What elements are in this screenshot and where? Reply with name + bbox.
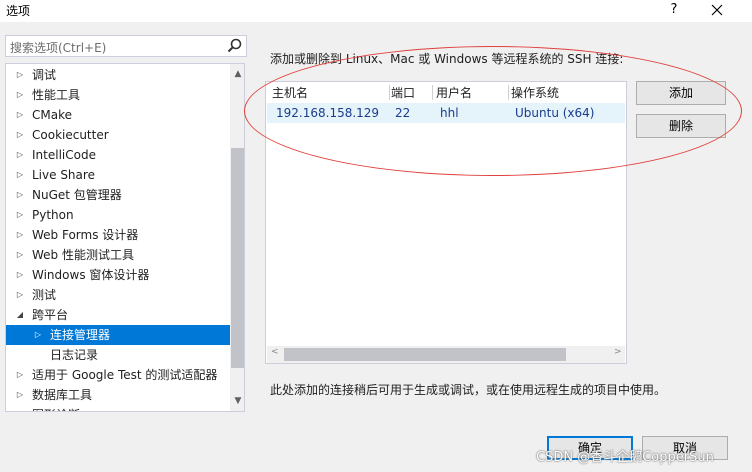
tree-item-label: 连接管理器	[50, 328, 111, 342]
cell-user[interactable]: hhl	[440, 106, 459, 120]
tree-item-label: 测试	[32, 288, 57, 302]
tree-item[interactable]: ▷ Live Share	[6, 165, 230, 185]
tree-item[interactable]: ▷ 数据库工具	[6, 385, 230, 405]
expand-arrow-icon[interactable]: ▷	[14, 85, 26, 105]
scroll-thumb[interactable]	[231, 148, 244, 368]
scroll-up-icon[interactable]: ▲	[230, 66, 244, 82]
expand-arrow-icon[interactable]: ▷	[14, 285, 26, 305]
expand-arrow-icon[interactable]: ▷	[14, 145, 26, 165]
expand-arrow-icon[interactable]: ▷	[14, 365, 26, 385]
column-divider[interactable]	[432, 85, 433, 100]
tree-scrollbar[interactable]: ▲ ▼	[230, 64, 244, 411]
tree-item[interactable]: ▷ Web 性能测试工具	[6, 245, 230, 265]
tree-item[interactable]: ▷ Windows 窗体设计器	[6, 265, 230, 285]
expand-arrow-icon[interactable]: ▷	[14, 205, 26, 225]
tree-item[interactable]: ▷ 图形诊断	[6, 405, 230, 411]
tree-item-label: 数据库工具	[32, 388, 93, 402]
tree-item-label: 日志记录	[50, 348, 99, 362]
tree-item[interactable]: ▷ Python	[6, 205, 230, 225]
expand-arrow-icon[interactable]: ▷	[14, 405, 26, 411]
expand-arrow-icon[interactable]: ▷	[32, 325, 44, 345]
search-placeholder: 搜索选项(Ctrl+E)	[10, 41, 107, 55]
tree-item-label: Python	[32, 208, 74, 222]
tree-item-label: 图形诊断	[32, 405, 80, 411]
scroll-left-icon[interactable]: <	[271, 347, 279, 357]
expand-arrow-icon[interactable]: ▷	[14, 225, 26, 245]
tree-item[interactable]: ▷ 测试	[6, 285, 230, 305]
tree-item[interactable]: ▷ NuGet 包管理器	[6, 185, 230, 205]
connections-table: 主机名 端口 用户名 操作系统 192.168.158.129 22 hhl U…	[265, 81, 627, 364]
expand-arrow-icon[interactable]: ▷	[14, 125, 26, 145]
tree-item-label: CMake	[32, 108, 72, 122]
help-button[interactable]: ?	[664, 0, 684, 20]
tree-item-label: IntelliCode	[32, 148, 96, 162]
tree-item[interactable]: ◢ 跨平台	[6, 305, 230, 325]
tree-item-label: Cookiecutter	[32, 128, 109, 142]
tree-item[interactable]: 日志记录	[6, 345, 230, 365]
scroll-right-icon[interactable]: >	[614, 347, 622, 357]
tree-item[interactable]: ▷ 调试	[6, 65, 230, 85]
tree-item-label: Web 性能测试工具	[32, 248, 134, 262]
title-bar: 选项 ?	[0, 0, 752, 22]
expand-arrow-icon[interactable]: ▷	[14, 165, 26, 185]
tree-item-label: 调试	[32, 68, 57, 82]
remove-button[interactable]: 删除	[636, 114, 726, 138]
tree-item-label: Windows 窗体设计器	[32, 268, 150, 282]
cell-os[interactable]: Ubuntu (x64)	[515, 106, 594, 120]
expand-arrow-icon[interactable]: ▷	[14, 385, 26, 405]
tree-item[interactable]: ▷ 性能工具	[6, 85, 230, 105]
tree-item-label: 性能工具	[32, 88, 81, 102]
expand-arrow-icon[interactable]: ▷	[14, 65, 26, 85]
tree-item[interactable]: ▷ 适用于 Google Test 的测试适配器	[6, 365, 230, 385]
description-text: 添加或删除到 Linux、Mac 或 Windows 等远程系统的 SSH 连接…	[270, 52, 624, 66]
column-header-port[interactable]: 端口	[391, 84, 415, 102]
note-text: 此处添加的连接稍后可用于生成或调试，或在使用远程生成的项目中使用。	[270, 383, 667, 397]
column-divider[interactable]	[508, 85, 509, 100]
search-icon[interactable]	[226, 37, 244, 55]
tree-item[interactable]: ▷ 连接管理器	[6, 325, 230, 345]
column-header-host[interactable]: 主机名	[272, 84, 308, 102]
close-button[interactable]	[706, 0, 728, 20]
watermark: CSDN @香斗企鹅CopperSun	[536, 450, 714, 465]
table-hscrollbar[interactable]: < >	[267, 346, 625, 363]
hscroll-thumb[interactable]	[284, 348, 566, 361]
close-icon	[711, 4, 723, 16]
tree-item[interactable]: ▷ Web Forms 设计器	[6, 225, 230, 245]
column-header-user[interactable]: 用户名	[436, 84, 472, 102]
add-button[interactable]: 添加	[636, 81, 726, 105]
expand-arrow-icon[interactable]: ▷	[14, 105, 26, 125]
scroll-down-icon[interactable]: ▼	[230, 393, 244, 409]
column-header-os[interactable]: 操作系统	[511, 84, 559, 102]
expand-arrow-icon[interactable]: ▷	[14, 245, 26, 265]
tree-item[interactable]: ▷ Cookiecutter	[6, 125, 230, 145]
tree-item-label: Web Forms 设计器	[32, 228, 139, 242]
tree-item-label: 适用于 Google Test 的测试适配器	[32, 368, 218, 382]
column-divider[interactable]	[389, 85, 390, 100]
tree-item-label: 跨平台	[32, 308, 69, 322]
expand-arrow-icon[interactable]: ▷	[14, 265, 26, 285]
expand-arrow-icon[interactable]: ▷	[14, 185, 26, 205]
expanded-arrow-icon[interactable]: ◢	[14, 305, 26, 325]
tree-item-label: NuGet 包管理器	[32, 188, 122, 202]
cell-host[interactable]: 192.168.158.129	[276, 106, 379, 120]
cell-port[interactable]: 22	[395, 106, 410, 120]
tree-item[interactable]: ▷ CMake	[6, 105, 230, 125]
tree-item[interactable]: ▷ IntelliCode	[6, 145, 230, 165]
options-tree: ▷ 调试 ▷ 性能工具 ▷ CMake ▷ Cookiecutter ▷ IntelliCode ▷…	[5, 63, 245, 412]
search-input[interactable]: 搜索选项(Ctrl+E)	[5, 35, 247, 57]
tree-item-label: Live Share	[32, 168, 95, 182]
window-title: 选项	[6, 4, 31, 18]
